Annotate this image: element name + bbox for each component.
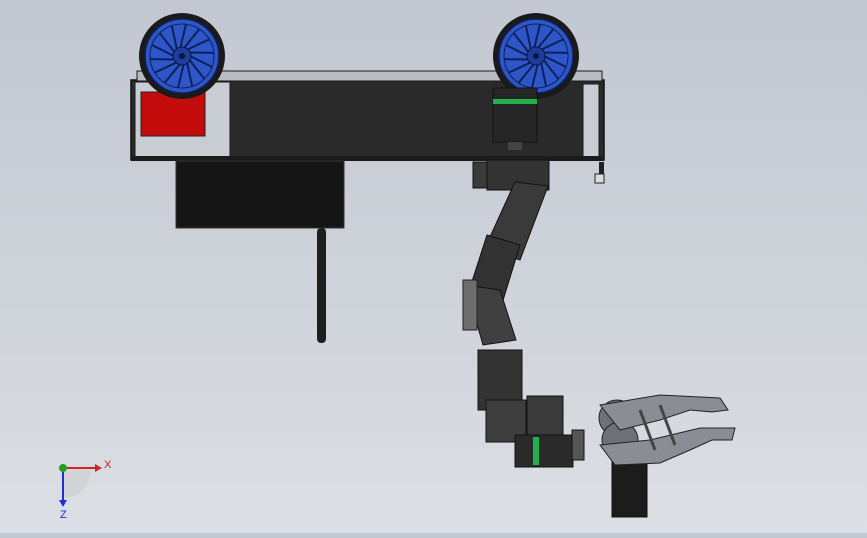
latch-post	[599, 162, 604, 174]
wrist-motor-band	[533, 437, 539, 465]
wheel-left[interactable]	[139, 13, 225, 99]
motor-band	[493, 99, 537, 104]
wrist-coupling	[572, 430, 584, 460]
x-axis-arrowhead	[95, 464, 102, 472]
drive-motor[interactable]	[493, 88, 537, 150]
latch[interactable]	[595, 162, 604, 183]
robot-arm[interactable]	[463, 160, 584, 467]
antenna[interactable]	[317, 228, 326, 343]
battery[interactable]	[141, 92, 205, 136]
wheel-right[interactable]	[493, 13, 579, 99]
triad-plane	[63, 470, 91, 498]
antenna-rod	[317, 228, 326, 343]
view-triad[interactable]: X Z	[59, 459, 112, 521]
z-axis-label: Z	[60, 509, 67, 521]
electronics-box[interactable]	[176, 161, 344, 228]
y-axis-dot	[59, 464, 67, 472]
motor-housing	[493, 88, 537, 142]
axle	[533, 53, 539, 59]
gripper[interactable]	[599, 395, 735, 517]
x-axis-label: X	[104, 459, 112, 471]
axle	[179, 53, 185, 59]
elbow-plate	[463, 280, 477, 330]
latch-clip	[595, 174, 604, 183]
motor-shaft	[508, 142, 522, 150]
model-canvas[interactable]: X Z	[0, 0, 867, 533]
wrist-motor	[515, 435, 573, 467]
chassis-right-bay	[583, 84, 599, 158]
z-axis-arrowhead	[59, 500, 67, 507]
wrist-bracket	[527, 396, 563, 436]
cad-viewport[interactable]: X Z	[0, 0, 867, 533]
